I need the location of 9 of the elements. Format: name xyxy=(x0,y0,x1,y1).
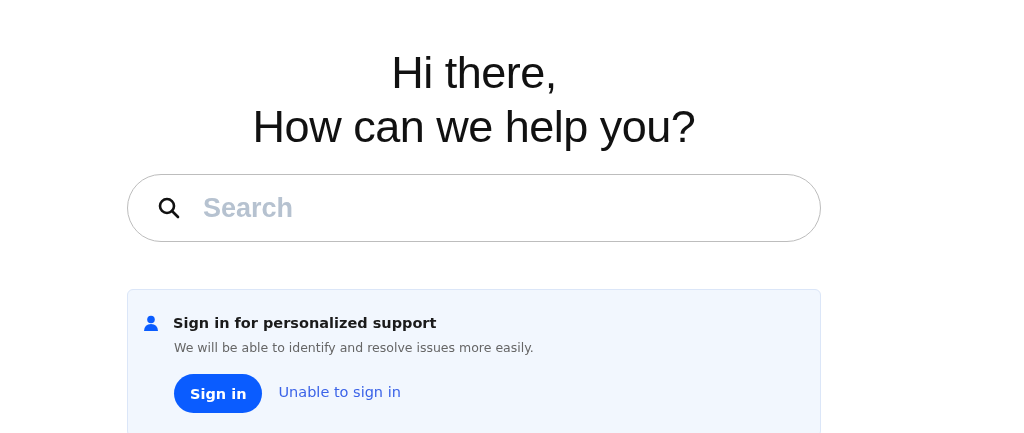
card-title: Sign in for personalized support xyxy=(173,315,437,331)
search-field[interactable]: Search xyxy=(127,174,821,242)
person-icon xyxy=(143,315,159,331)
heading-text: Hi there, xyxy=(391,46,557,100)
unable-to-sign-in-link[interactable]: Unable to sign in xyxy=(278,383,401,400)
heading-text: How can we help you? xyxy=(252,100,696,154)
card-description: We will be able to identify and resolve issues more easily. xyxy=(174,340,535,355)
sign-in-button[interactable]: Sign in xyxy=(174,374,263,413)
search-icon xyxy=(158,197,180,219)
